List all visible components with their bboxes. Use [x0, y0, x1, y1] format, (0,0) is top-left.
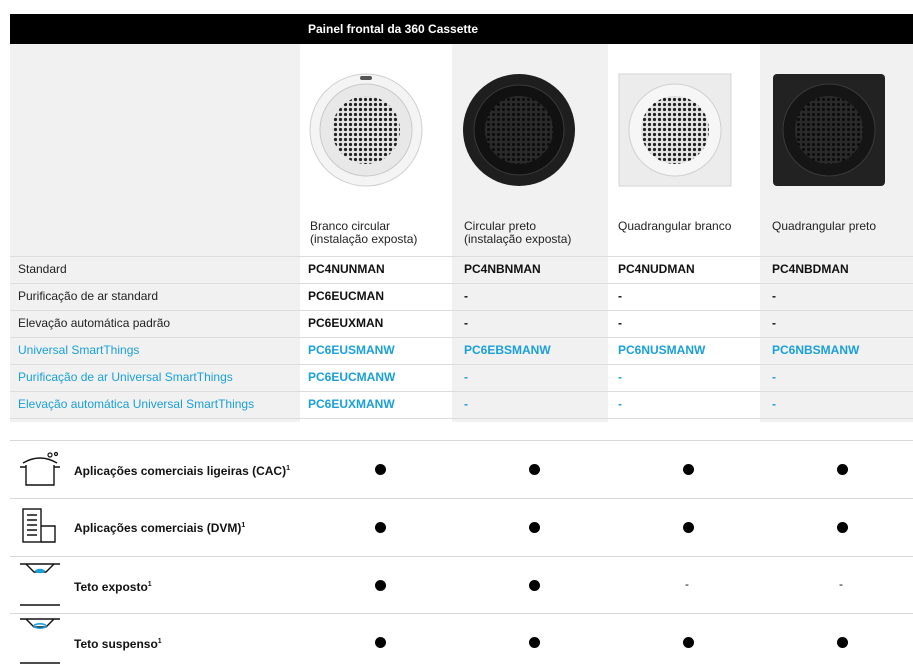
column-label-2: Circular preto (instalação exposta)	[464, 219, 572, 246]
model-code-cell: -	[772, 370, 776, 384]
suspended-ceiling-icon	[18, 616, 62, 666]
row-label: Standard	[18, 262, 67, 276]
model-code-cell: PC6EUCMAN	[308, 289, 385, 303]
feature-label-exposed-ceiling: Teto exposto1	[74, 580, 152, 594]
building-icon	[20, 506, 60, 546]
model-code-cell: PC6EBSMANW	[464, 343, 551, 357]
feature-label-dvm: Aplicações comerciais (DVM)1	[74, 521, 246, 535]
availability-dot	[837, 522, 848, 533]
product-image-black-square	[771, 72, 887, 188]
model-code-cell: PC4NUDMAN	[618, 262, 695, 276]
row-label: Purificação de ar Universal SmartThings	[18, 370, 233, 384]
model-code-cell: PC6EUSMANW	[308, 343, 395, 357]
model-code-cell: PC6EUCMANW	[308, 370, 396, 384]
row-label: Purificação de ar standard	[18, 289, 159, 303]
model-code-cell: -	[618, 397, 622, 411]
model-code-cell: -	[464, 316, 468, 330]
column-label-3: Quadrangular branco	[618, 219, 732, 233]
cooking-pot-icon	[18, 449, 62, 489]
availability-dash: -	[685, 577, 689, 591]
feature-divider	[10, 613, 913, 614]
availability-dot	[683, 522, 694, 533]
availability-dot	[529, 464, 540, 475]
feature-divider	[10, 440, 913, 441]
availability-dot	[529, 522, 540, 533]
feature-divider	[10, 556, 913, 557]
model-code-cell: PC4NUNMAN	[308, 262, 385, 276]
model-code-cell: PC6NUSMANW	[618, 343, 706, 357]
availability-dot	[683, 637, 694, 648]
model-code-cell: PC4NBDMAN	[772, 262, 849, 276]
model-code-cell: -	[464, 370, 468, 384]
product-image-white-square	[617, 72, 733, 188]
row-label: Universal SmartThings	[18, 343, 140, 357]
model-code-cell: -	[772, 397, 776, 411]
model-code-cell: PC4NBNMAN	[464, 262, 541, 276]
availability-dot	[529, 580, 540, 591]
column-label-4: Quadrangular preto	[772, 219, 877, 233]
availability-dot	[375, 637, 386, 648]
model-code-cell: PC6NBSMANW	[772, 343, 860, 357]
column-label-1: Branco circular (instalação exposta)	[310, 219, 418, 246]
model-code-cell: PC6EUXMANW	[308, 397, 395, 411]
model-code-cell: -	[618, 370, 622, 384]
model-code-cell: -	[772, 316, 776, 330]
feature-divider	[10, 498, 913, 499]
product-image-black-circular	[461, 72, 577, 188]
availability-dot	[529, 637, 540, 648]
model-code-cell: -	[772, 289, 776, 303]
availability-dot	[375, 464, 386, 475]
availability-dot	[837, 464, 848, 475]
model-code-cell: -	[464, 289, 468, 303]
availability-dash: -	[839, 577, 843, 591]
availability-dot	[837, 637, 848, 648]
model-code-cell: PC6EUXMAN	[308, 316, 384, 330]
model-code-cell: -	[464, 397, 468, 411]
row-divider	[10, 418, 913, 419]
availability-dot	[375, 522, 386, 533]
availability-dot	[683, 464, 694, 475]
feature-label-cac: Aplicações comerciais ligeiras (CAC)1	[74, 464, 290, 478]
availability-dot	[375, 580, 386, 591]
model-code-cell: -	[618, 316, 622, 330]
exposed-ceiling-icon	[18, 560, 62, 610]
row-label: Elevação automática padrão	[18, 316, 171, 330]
feature-label-suspended-ceiling: Teto suspenso1	[74, 637, 162, 651]
model-code-cell: -	[618, 289, 622, 303]
table-title: Painel frontal da 360 Cassette	[308, 22, 479, 36]
product-image-white-circular	[308, 72, 424, 188]
row-label: Elevação automática Universal SmartThing…	[18, 397, 255, 411]
